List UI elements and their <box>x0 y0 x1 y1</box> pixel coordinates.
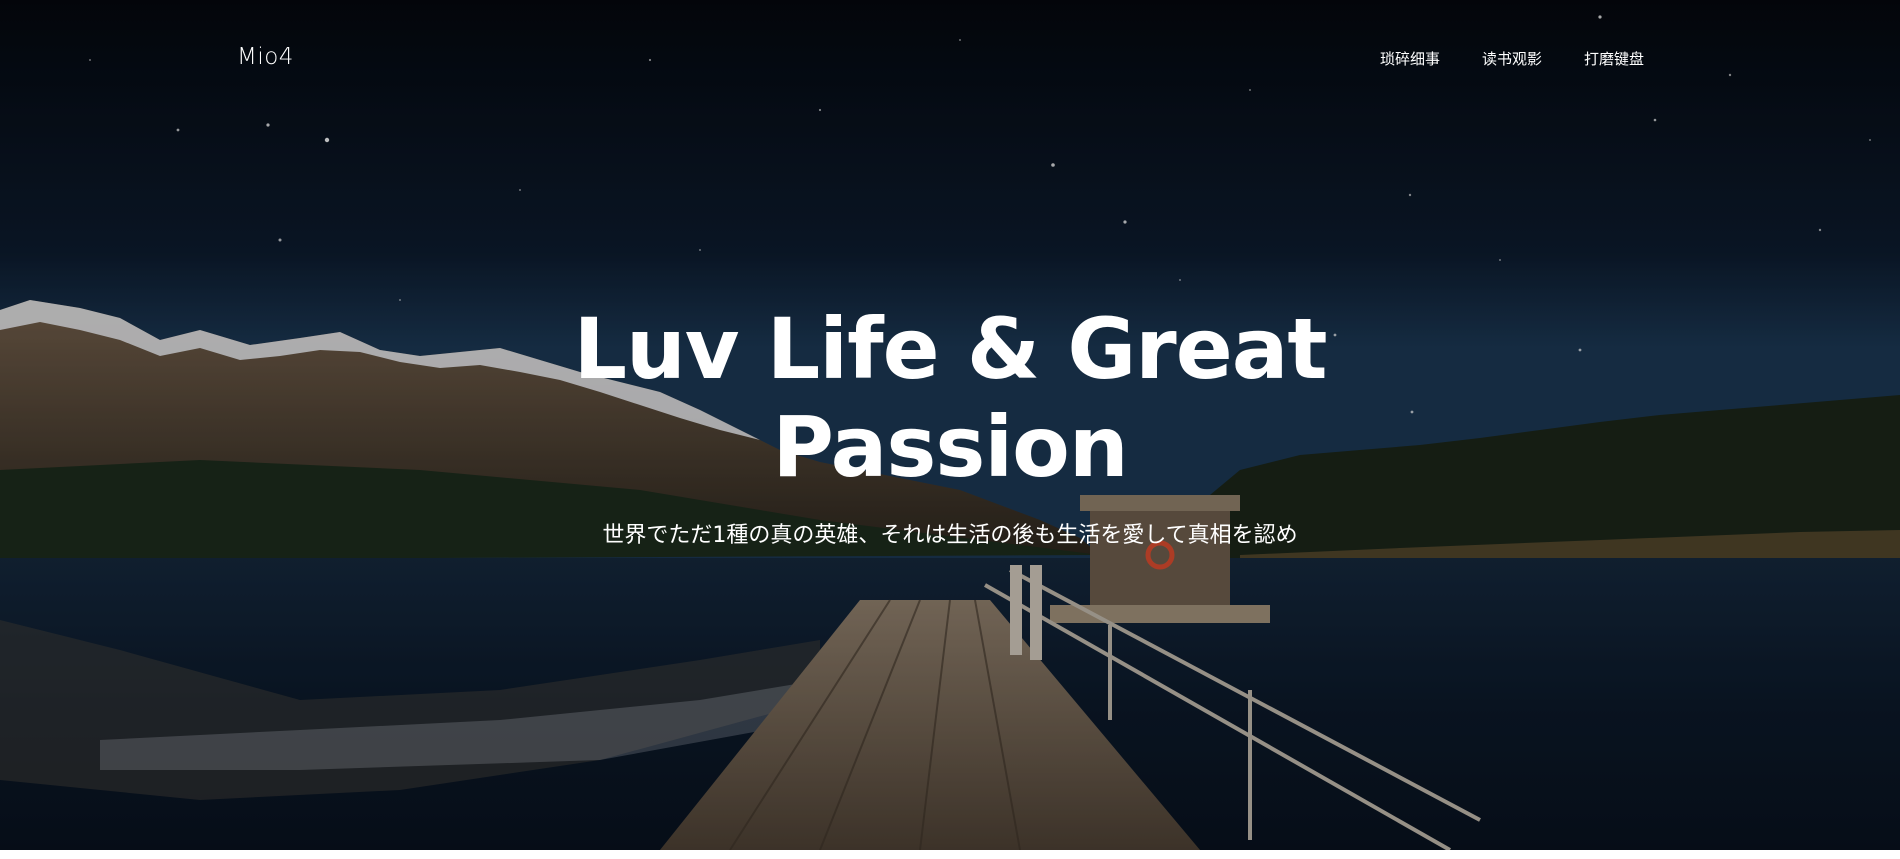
top-navigation: Mio4 琐碎细事 读书观影 打磨键盘 <box>0 0 1900 120</box>
nav-link-keyboards[interactable]: 打磨键盘 <box>1584 48 1644 69</box>
hero-headline-line-2: Passion <box>772 398 1128 496</box>
hero-subtitle: 世界でただ1種の真の英雄、それは生活の後も生活を愛して真相を認め <box>602 523 1298 548</box>
nav-link-trivia[interactable]: 琐碎细事 <box>1380 48 1440 69</box>
nav-link-books-films[interactable]: 读书观影 <box>1482 48 1542 69</box>
hero-section: Mio4 琐碎细事 读书观影 打磨键盘 Luv Life & Great Pas… <box>0 0 1900 850</box>
nav-menu: 琐碎细事 读书观影 打磨键盘 <box>1380 48 1644 69</box>
brand-logo-link[interactable]: Mio4 <box>237 44 294 70</box>
hero-headline-line-1: Luv Life & Great <box>573 300 1327 398</box>
hero-headline: Luv Life & Great Passion <box>0 300 1900 496</box>
